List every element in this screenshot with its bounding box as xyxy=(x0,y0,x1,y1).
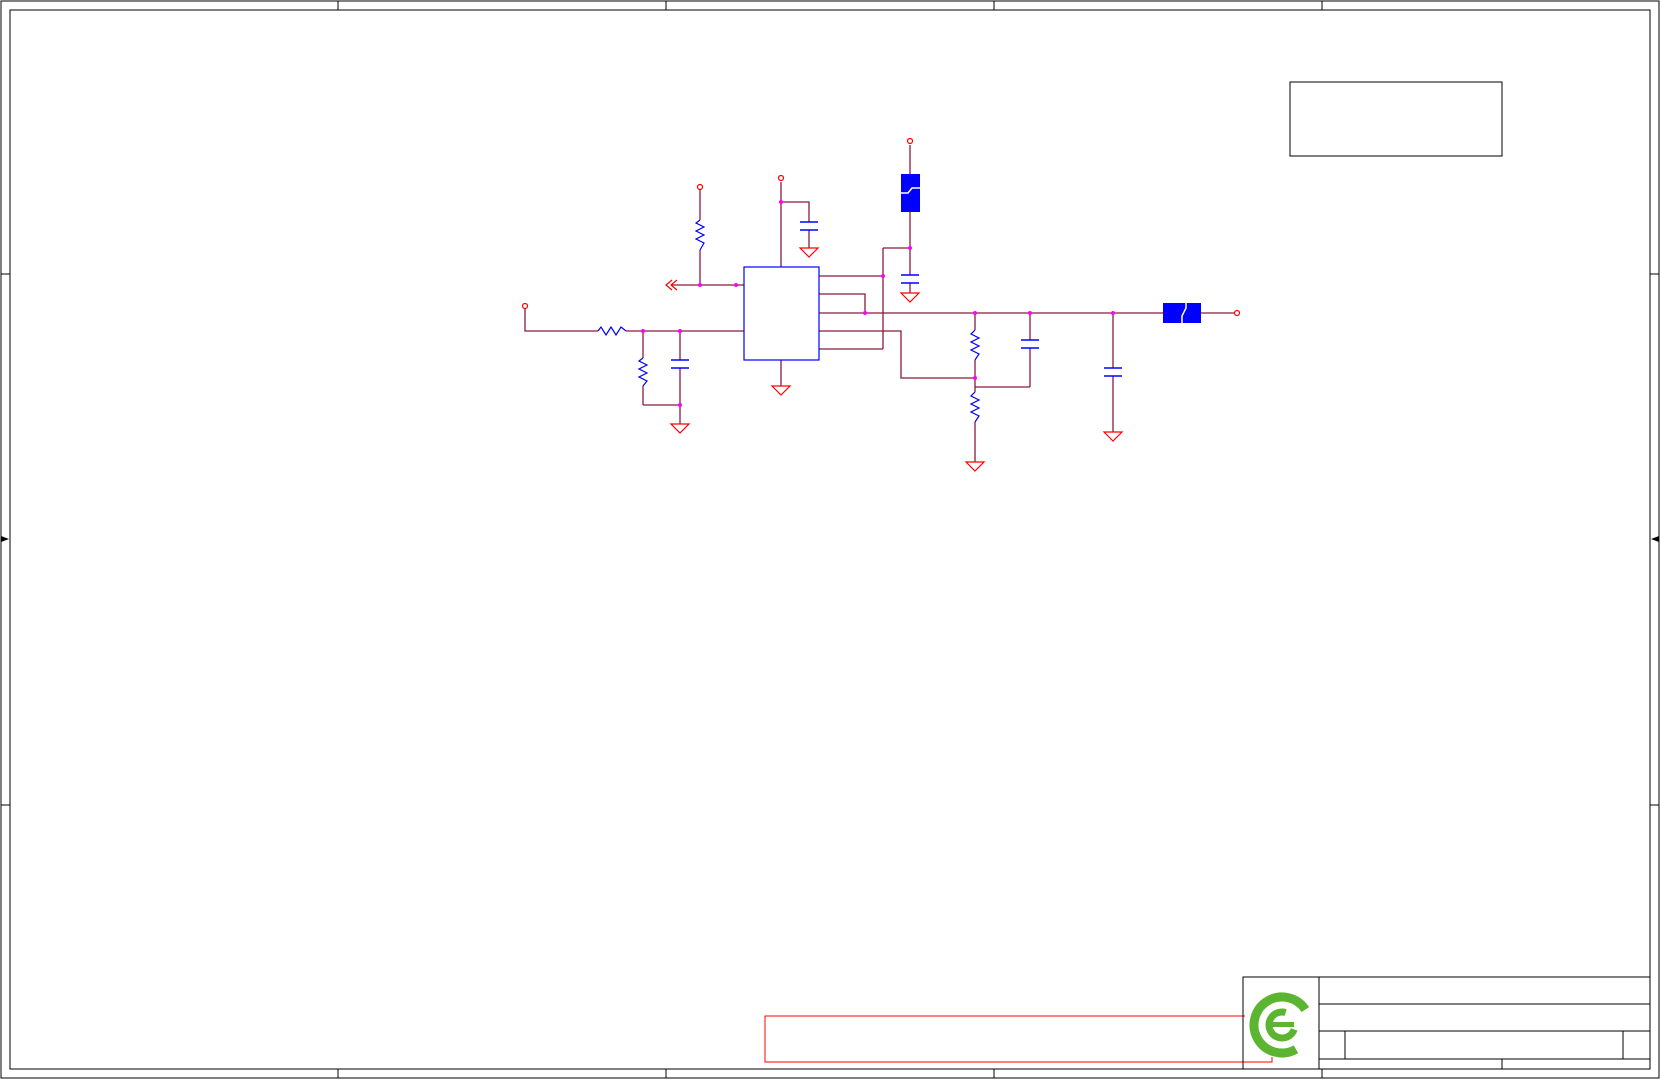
company-logo-icon xyxy=(1249,992,1315,1058)
schematic-sheet xyxy=(0,0,1660,1079)
ferrite-bead-fb1 xyxy=(1163,303,1201,323)
junctions xyxy=(641,200,1115,407)
sheet-frame xyxy=(0,0,1660,1079)
capacitor-c1 xyxy=(671,359,689,369)
inductor-l1 xyxy=(901,174,920,212)
ground-icon xyxy=(669,247,1124,472)
resistor-r3 xyxy=(694,219,706,251)
capacitor-c2 xyxy=(800,221,818,231)
note-box xyxy=(1289,81,1503,157)
capacitors xyxy=(671,221,1122,377)
resistor-r4 xyxy=(969,329,981,361)
power-port-icon xyxy=(521,137,1241,317)
outer-border xyxy=(0,0,1660,1079)
capacitor-c4 xyxy=(1021,339,1039,349)
notes-outline xyxy=(764,1015,1273,1063)
capacitor-c3 xyxy=(901,274,919,284)
resistor-r5 xyxy=(969,391,981,423)
schematic-canvas xyxy=(0,0,1660,1079)
wires xyxy=(524,145,1234,462)
resistor-r2 xyxy=(637,357,649,387)
resistor-r1 xyxy=(597,325,627,337)
capacitor-c5 xyxy=(1104,367,1122,377)
title-block xyxy=(1242,976,1651,1070)
resistors xyxy=(597,219,981,423)
center-marks xyxy=(1,536,1659,542)
inner-border xyxy=(9,9,1651,1070)
regulator-ic xyxy=(743,266,820,361)
